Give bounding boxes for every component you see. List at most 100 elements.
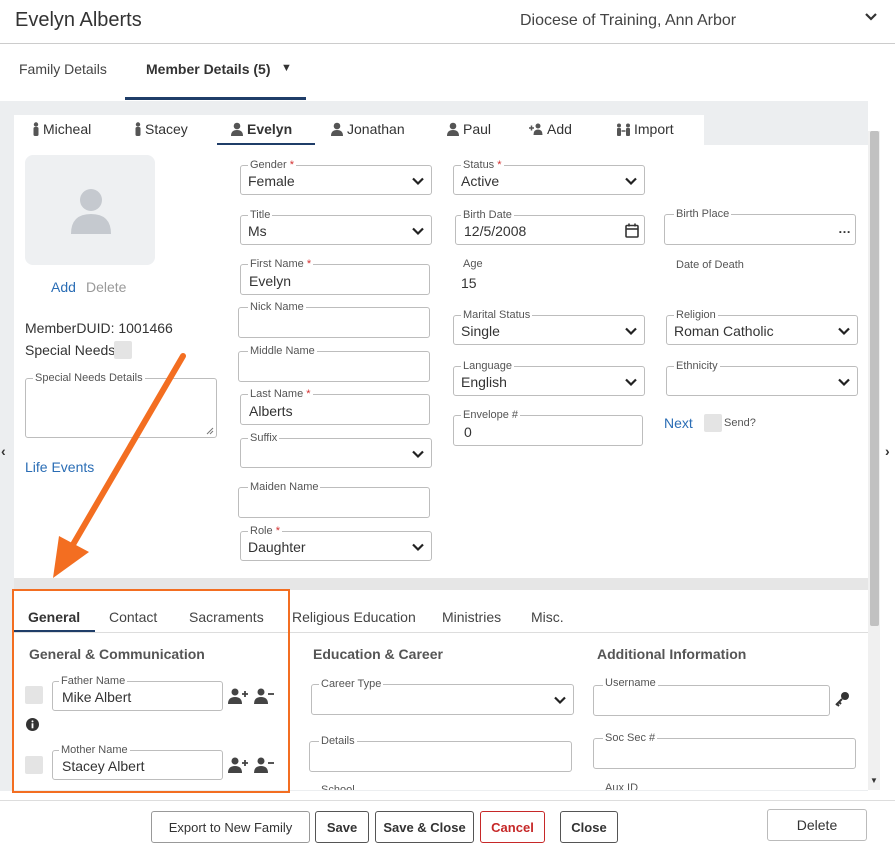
details-label: Details [319,735,357,747]
member-tab-label: Jonathan [347,121,405,137]
tab-misc[interactable]: Misc. [531,609,564,625]
username-field[interactable] [593,685,830,716]
role-label: Role * [248,525,282,537]
middle-name-label: Middle Name [248,345,317,357]
member-tab-add[interactable]: Add [529,121,572,137]
chevron-down-icon[interactable] [864,10,878,29]
export-button[interactable]: Export to New Family [151,811,310,843]
ethnicity-label: Ethnicity [674,360,720,372]
birth-date-value: 12/5/2008 [464,223,527,239]
next-arrow-icon[interactable]: › [885,443,890,459]
maiden-name-label: Maiden Name [248,481,321,493]
religion-label: Religion [674,309,718,321]
delete-photo-link[interactable]: Delete [86,279,126,295]
section-education-title: Education & Career [313,646,443,662]
chevron-down-icon [625,327,637,336]
member-tab-paul[interactable]: Paul [446,121,491,137]
member-tab-label: Stacey [145,121,188,137]
last-name-label: Last Name * [248,388,313,400]
active-tab-indicator [125,97,306,100]
person-icon [135,122,141,136]
organization-label: Diocese of Training, Ann Arbor [520,12,737,29]
member-tab-stacey[interactable]: Stacey [134,121,188,137]
user-icon [331,122,343,136]
person-icon [33,122,39,136]
send-label: Send? [724,417,756,429]
status-value: Active [461,173,500,189]
header-divider [0,43,895,44]
language-value: English [461,374,507,390]
tab-member-details[interactable]: Member Details (5) [146,61,270,77]
user-icon [447,122,459,136]
birth-date-label: Birth Date [461,209,514,221]
gender-value: Female [248,173,295,189]
next-link[interactable]: Next [664,415,693,431]
chevron-down-icon [838,327,850,336]
chevron-down-icon [554,696,566,705]
school-label: School [319,784,357,790]
highlight-box [12,589,290,793]
member-tab-label: Import [634,121,674,137]
member-tab-micheal[interactable]: Micheal [32,121,91,137]
member-tab-evelyn[interactable]: Evelyn [230,121,292,137]
import-users-icon [617,123,630,136]
aux-id-label: Aux ID [603,782,641,790]
send-checkbox[interactable] [704,414,722,432]
scrollbar-thumb[interactable] [870,131,879,626]
tab-ministries[interactable]: Ministries [442,609,501,625]
marital-status-value: Single [461,323,500,339]
user-icon [231,122,243,136]
scroll-down-icon[interactable]: ▼ [870,776,878,785]
username-label: Username [603,677,658,689]
add-photo-link[interactable]: Add [51,279,76,295]
save-close-button[interactable]: Save & Close [375,811,474,843]
more-options-icon[interactable]: … [838,221,851,236]
date-of-death-label: Date of Death [674,259,746,271]
title-value: Ms [248,223,267,239]
resize-handle-icon[interactable] [206,427,214,435]
cancel-button[interactable]: Cancel [480,811,545,843]
chevron-down-icon [412,543,424,552]
language-label: Language [461,360,514,372]
gender-label: Gender * [248,159,297,171]
chevron-down-icon [412,450,424,459]
suffix-label: Suffix [248,432,280,444]
religion-value: Roman Catholic [674,323,774,339]
first-name-value: Evelyn [249,273,292,289]
add-user-icon [529,123,543,135]
status-label: Status * [461,159,504,171]
caret-down-icon[interactable]: ▼ [281,62,292,74]
close-button[interactable]: Close [560,811,618,843]
chevron-down-icon [625,378,637,387]
member-duid: MemberDUID: 1001466 [25,320,173,336]
last-name-value: Alberts [249,403,293,419]
age-label: Age [461,258,485,270]
first-name-label: First Name * [248,258,314,270]
chevron-down-icon [625,177,637,186]
member-tab-label: Evelyn [247,121,293,137]
role-value: Daughter [248,539,306,555]
delete-button[interactable]: Delete [767,809,867,841]
marital-status-label: Marital Status [461,309,533,321]
prev-arrow-icon[interactable]: ‹ [1,443,6,459]
envelope-label: Envelope # [461,409,521,421]
member-tab-jonathan[interactable]: Jonathan [330,121,405,137]
key-icon[interactable] [834,691,850,707]
member-tab-label: Add [547,121,572,137]
save-button[interactable]: Save [315,811,369,843]
chevron-down-icon [412,177,424,186]
tab-religious-education[interactable]: Religious Education [292,609,416,625]
avatar [25,155,155,265]
age-value: 15 [461,275,477,291]
tab-family-details[interactable]: Family Details [19,61,107,77]
birth-place-label: Birth Place [674,208,732,220]
title-label: Title [248,209,273,221]
chevron-down-icon [838,378,850,387]
calendar-icon[interactable] [625,223,639,238]
member-tab-label: Paul [463,121,492,137]
avatar-placeholder-icon [71,189,111,234]
member-tab-import[interactable]: Import [616,121,674,137]
member-tab-label: Micheal [43,121,92,137]
section-additional-title: Additional Information [597,646,747,662]
page-title: Evelyn Alberts [15,9,142,31]
